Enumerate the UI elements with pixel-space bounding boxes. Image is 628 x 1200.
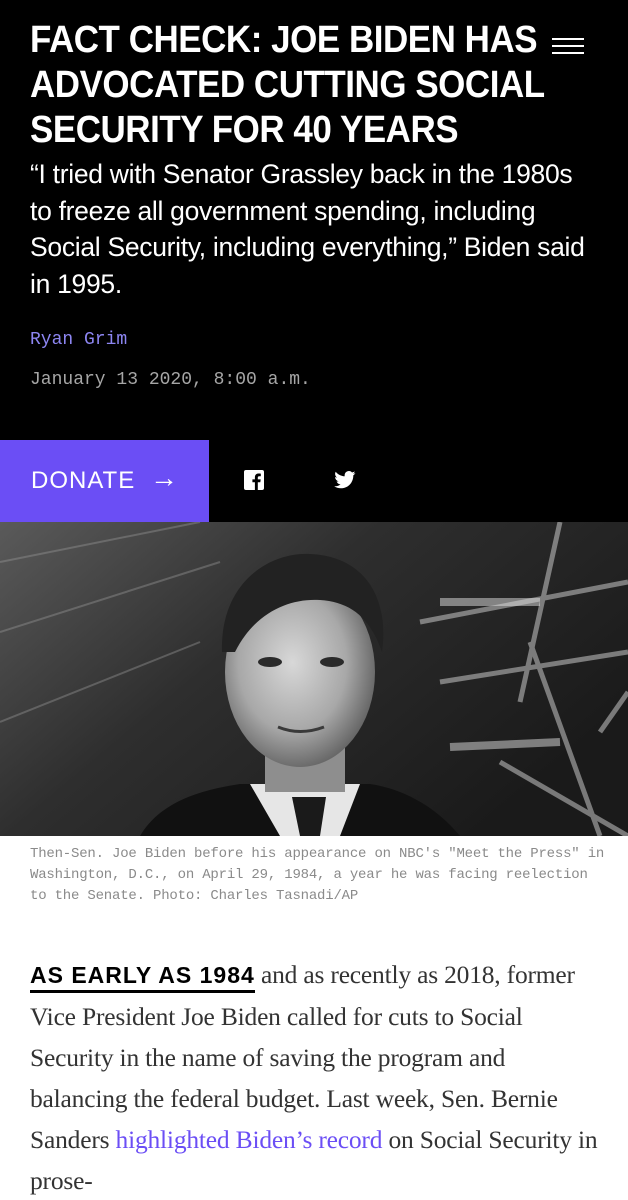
- headline: FACT CHECK: JOE BIDEN HAS ADVOCATED CUTT…: [30, 19, 545, 151]
- donate-button[interactable]: DONATE →: [0, 440, 209, 522]
- biden-record-link[interactable]: highlight­ed Biden’s record: [116, 1125, 383, 1154]
- share-bar: DONATE →: [0, 440, 628, 522]
- facebook-icon[interactable]: [244, 470, 264, 490]
- article-body: AS EARLY AS 1984 and as recently as 2018…: [30, 954, 600, 1200]
- portrait-photo: [0, 522, 628, 836]
- article-photo: [0, 522, 628, 836]
- subheadline: “I tried with Senator Grassley back in t…: [30, 159, 585, 299]
- photo-caption: Then-Sen. Joe Biden before his appearanc…: [30, 846, 605, 904]
- lead-in: AS EARLY AS 1984: [30, 962, 255, 993]
- menu-icon[interactable]: [552, 34, 586, 58]
- twitter-icon[interactable]: [334, 471, 356, 489]
- publish-date: January 13 2020, 8:00 a.m.: [30, 370, 311, 390]
- arrow-right-icon: →: [150, 462, 178, 493]
- donate-label: DONATE: [31, 467, 136, 494]
- author-link[interactable]: Ryan Grim: [30, 330, 127, 350]
- article-header: FACT CHECK: JOE BIDEN HAS ADVOCATED CUTT…: [0, 0, 628, 440]
